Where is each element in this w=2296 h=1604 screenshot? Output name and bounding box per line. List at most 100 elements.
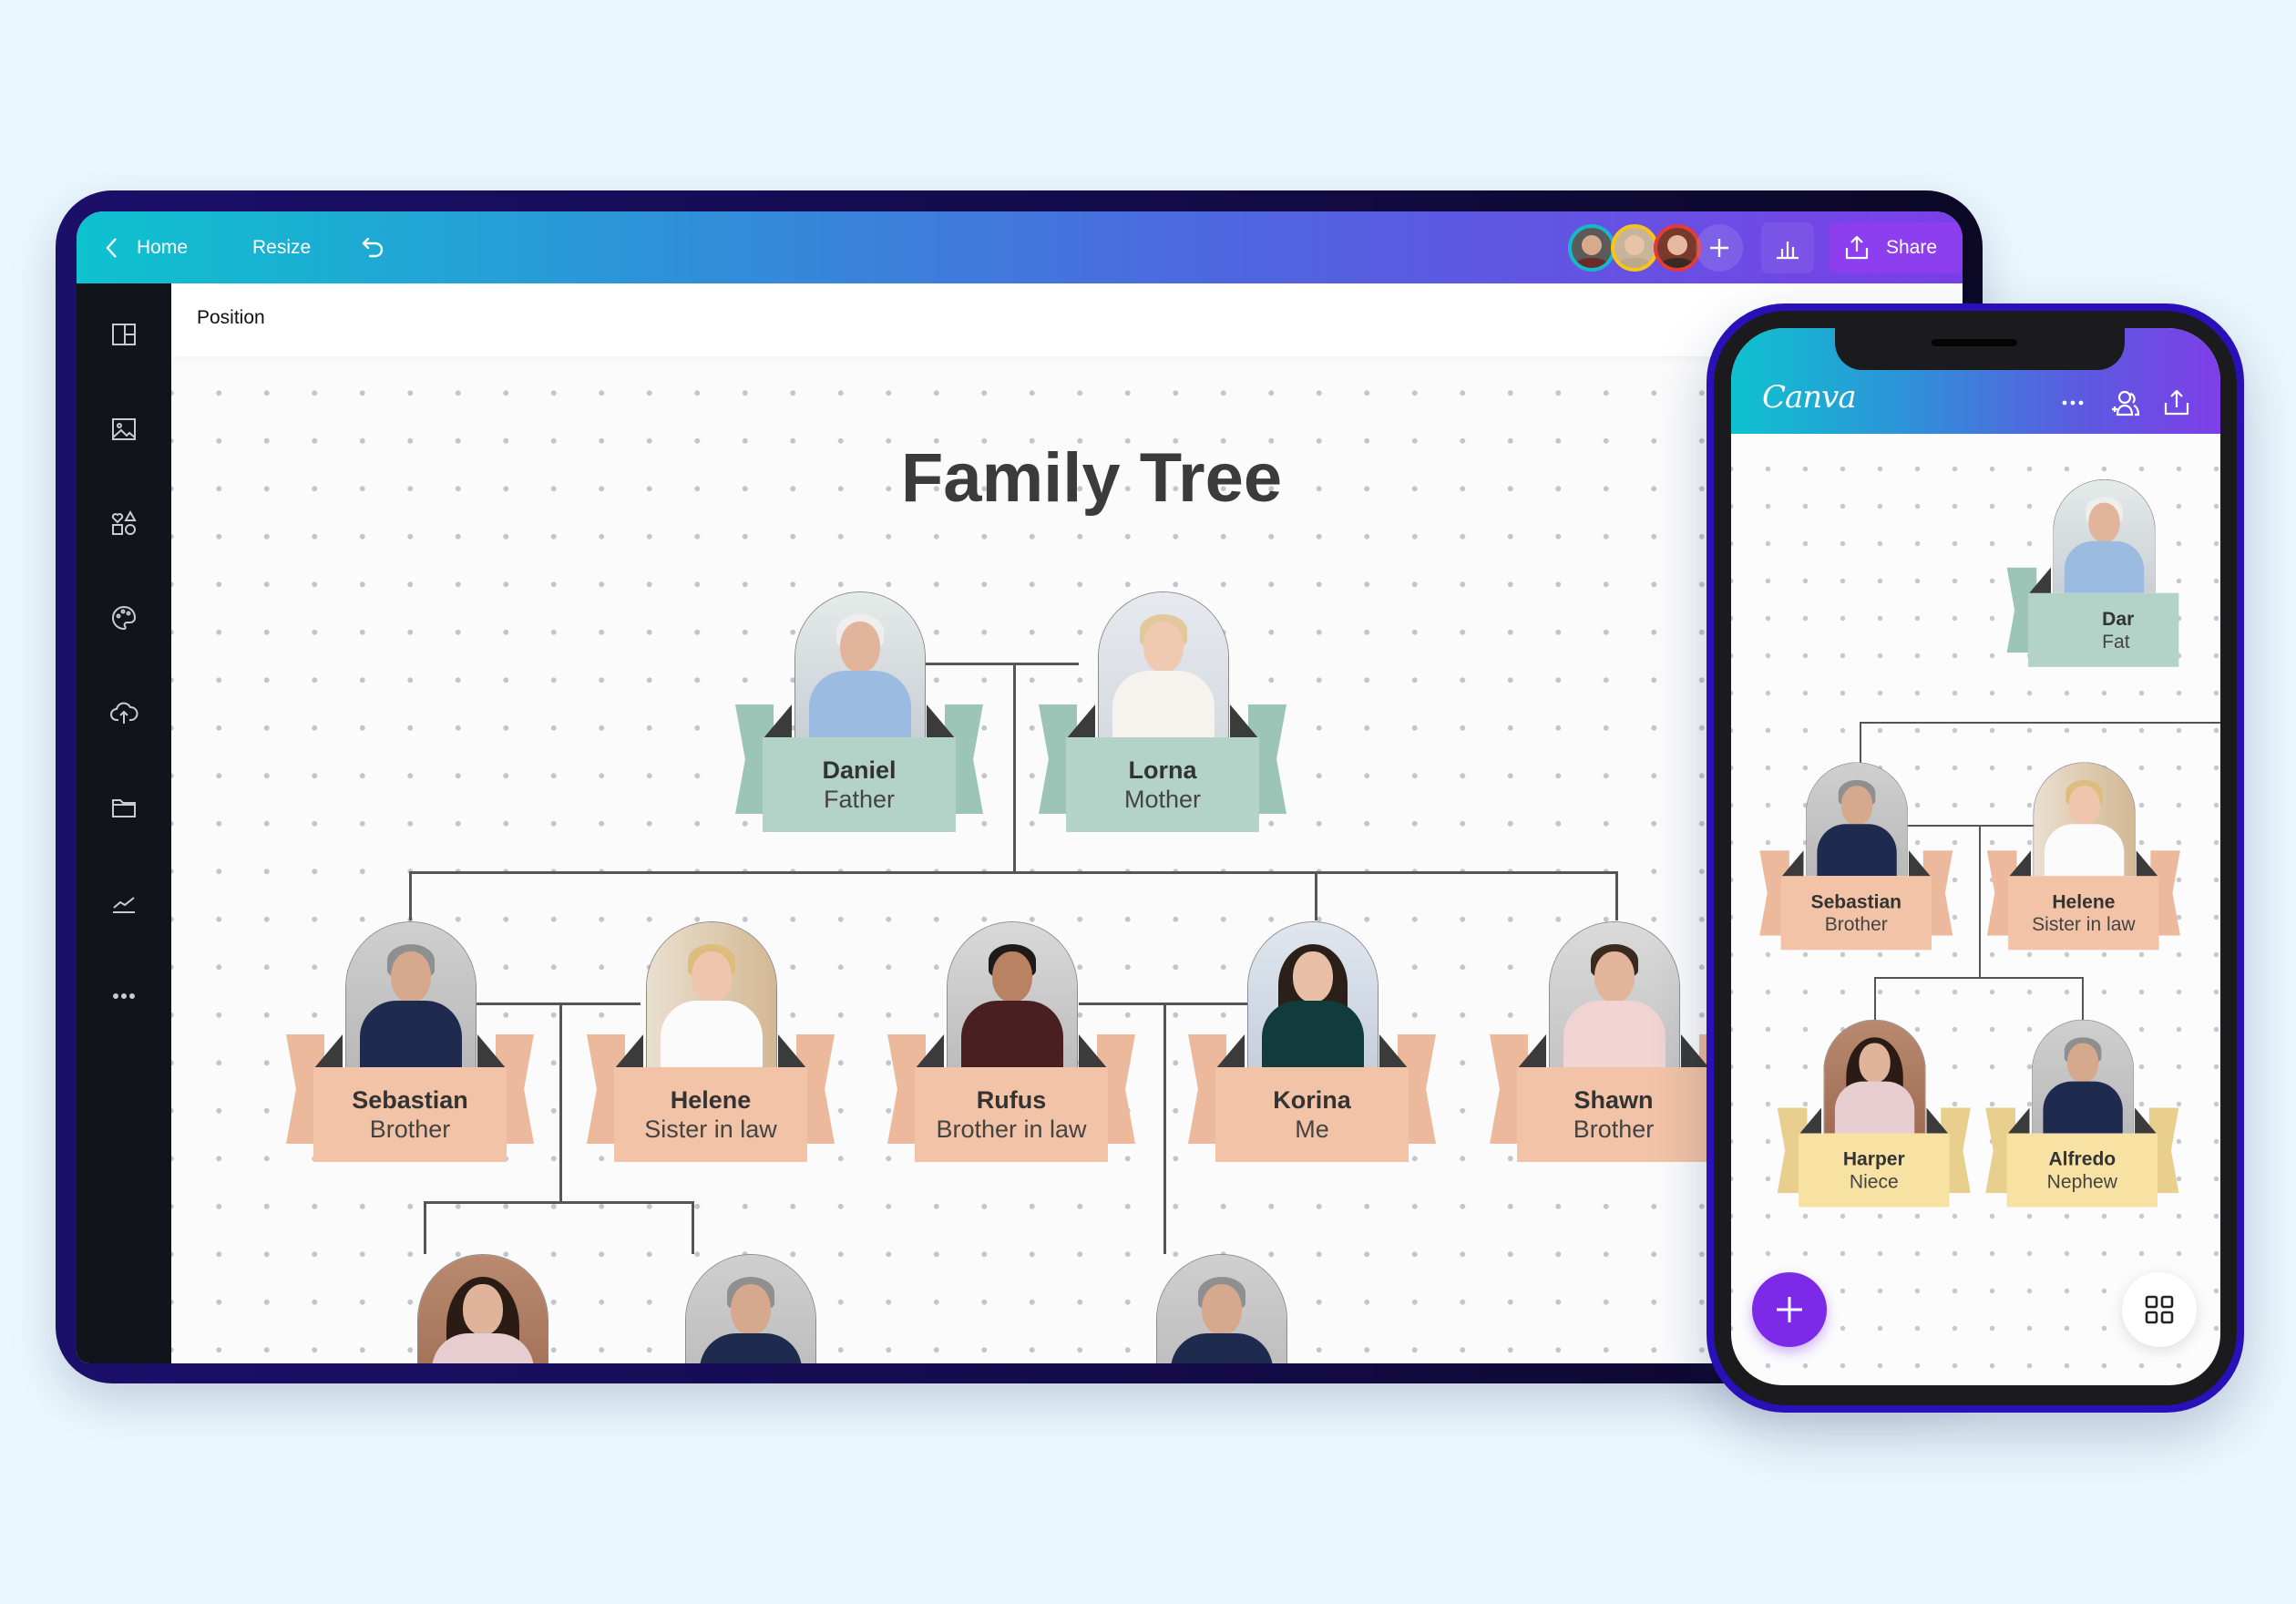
family-member-card[interactable]: Harper Niece (1777, 1019, 1971, 1208)
editor-sidebar (77, 283, 171, 1363)
shapes-icon (111, 509, 137, 535)
member-relation: Brother (1573, 1116, 1655, 1143)
image-icon (112, 418, 136, 440)
member-name: Sebastian (352, 1086, 468, 1114)
position-button[interactable]: Position (197, 307, 265, 329)
connector-line (1315, 871, 1317, 920)
sidebar-item-elements[interactable] (106, 505, 142, 541)
share-label: Share (1886, 237, 1938, 258)
mobile-app-screen: Canva Dar Fat Sebastian Brother Helene S… (1731, 328, 2220, 1385)
member-photo (1247, 921, 1379, 1067)
family-member-card[interactable]: Sebastian Brother (286, 921, 534, 1162)
member-photo (794, 591, 926, 737)
phone-device-frame: Canva Dar Fat Sebastian Brother Helene S… (1707, 303, 2244, 1413)
sidebar-item-uploads[interactable] (106, 694, 142, 731)
editor-window: Home Resize Share Position Family Tree D… (77, 211, 1963, 1363)
family-member-card[interactable] (1097, 1254, 1345, 1363)
family-member-card[interactable]: Dar Fat (2006, 478, 2200, 667)
family-member-card[interactable]: Shawn Brother (1490, 921, 1737, 1162)
design-canvas[interactable]: Position Family Tree Daniel Father Lorna… (171, 283, 1963, 1363)
sidebar-item-projects[interactable] (106, 789, 142, 826)
family-member-card[interactable]: Helene Sister in law (587, 921, 835, 1162)
member-label: Alfredo Nephew (2006, 1133, 2158, 1208)
connector-line (1860, 722, 1861, 763)
family-member-card[interactable] (626, 1254, 874, 1363)
avatar-body (1615, 258, 1654, 268)
mobile-canvas[interactable]: Dar Fat Sebastian Brother Helene Sister in … (1731, 434, 2220, 1385)
member-label: Dar Fat (2028, 592, 2179, 667)
member-photo (2053, 478, 2156, 593)
family-member-card[interactable]: Daniel Father (735, 591, 983, 832)
member-photo (947, 921, 1078, 1067)
plus-icon (1777, 1297, 1802, 1322)
connector-line (1013, 663, 1016, 872)
sidebar-item-styles[interactable] (106, 600, 142, 636)
member-relation: Sister in law (2032, 913, 2136, 935)
insights-button[interactable] (1761, 222, 1814, 273)
member-name: Dar (2102, 608, 2135, 630)
member-relation: Father (823, 786, 896, 813)
undo-icon (362, 237, 384, 257)
collaborator-avatar[interactable] (1611, 224, 1658, 272)
add-collaborator-button[interactable] (1696, 224, 1743, 272)
family-member-card[interactable] (358, 1254, 606, 1363)
properties-bar: Position (171, 283, 1963, 356)
member-relation: Fat (2102, 631, 2130, 653)
line-chart-icon (113, 897, 135, 913)
tablet-device-frame: Home Resize Share Position Family Tree D… (56, 190, 1983, 1383)
sidebar-item-charts[interactable] (106, 884, 142, 920)
family-member-card[interactable]: Alfredo Nephew (1985, 1019, 2179, 1208)
add-element-button[interactable] (1752, 1272, 1827, 1347)
family-member-card[interactable]: Rufus Brother in law (887, 921, 1135, 1162)
member-label: Korina Me (1215, 1067, 1409, 1162)
member-name: Daniel (822, 756, 897, 784)
more-button[interactable] (2055, 385, 2091, 421)
undo-button[interactable] (359, 211, 388, 283)
layout-icon (112, 324, 136, 345)
collaborator-avatar[interactable] (1568, 224, 1615, 272)
connector-line (1874, 977, 2084, 979)
avatar-body (1658, 258, 1696, 268)
home-button[interactable]: Home (102, 211, 188, 283)
sidebar-item-templates[interactable] (106, 316, 142, 353)
share-button[interactable]: Share (1830, 222, 1963, 273)
member-name: Sebastian (1810, 890, 1902, 912)
member-name: Helene (670, 1086, 752, 1114)
connector-line (1615, 871, 1618, 920)
canva-logo[interactable]: Canva (1762, 379, 1857, 416)
sidebar-item-photos[interactable] (106, 411, 142, 447)
resize-button[interactable]: Resize (252, 211, 311, 283)
connector-line (1163, 1002, 1166, 1254)
connector-line (1874, 977, 1876, 1020)
member-name: Harper (1842, 1147, 1905, 1170)
member-name: Shawn (1573, 1086, 1654, 1114)
member-relation: Brother (369, 1116, 451, 1143)
connector-line (424, 1201, 693, 1204)
share-button[interactable] (2158, 385, 2195, 421)
member-name: Korina (1273, 1086, 1351, 1114)
member-label: Rufus Brother in law (915, 1067, 1108, 1162)
pages-grid-button[interactable] (2122, 1272, 2197, 1347)
family-member-card[interactable]: Sebastian Brother (1759, 762, 1953, 951)
family-member-card[interactable]: Korina Me (1188, 921, 1436, 1162)
member-label: Sebastian Brother (1780, 876, 1932, 951)
cloud-upload-icon (110, 702, 138, 724)
connector-line (559, 1002, 562, 1203)
avatar-face (1667, 234, 1687, 255)
collaborator-avatar[interactable] (1654, 224, 1701, 272)
design-title[interactable]: Family Tree (809, 438, 1374, 518)
member-photo (1823, 1019, 1926, 1134)
avatar-face (1582, 234, 1602, 255)
home-label: Home (137, 236, 189, 258)
member-relation: Niece (1849, 1170, 1899, 1193)
palette-icon (112, 605, 137, 631)
plus-icon (1710, 239, 1728, 257)
add-people-button[interactable] (2107, 385, 2144, 421)
connector-line (409, 871, 1617, 874)
member-relation: Brother in law (936, 1116, 1087, 1143)
sidebar-item-more[interactable] (106, 978, 142, 1014)
member-name: Rufus (976, 1086, 1047, 1114)
family-member-card[interactable]: Helene Sister in law (1986, 762, 2180, 951)
connector-line (2082, 977, 2084, 1020)
family-member-card[interactable]: Lorna Mother (1039, 591, 1286, 832)
